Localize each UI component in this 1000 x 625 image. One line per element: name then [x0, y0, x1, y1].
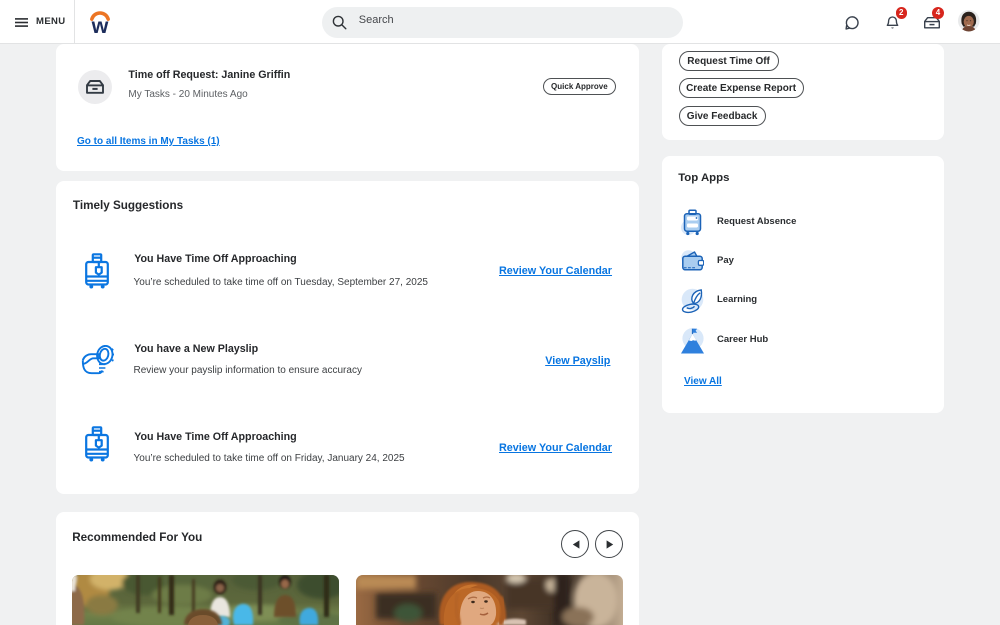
- svg-text:w: w: [91, 14, 109, 35]
